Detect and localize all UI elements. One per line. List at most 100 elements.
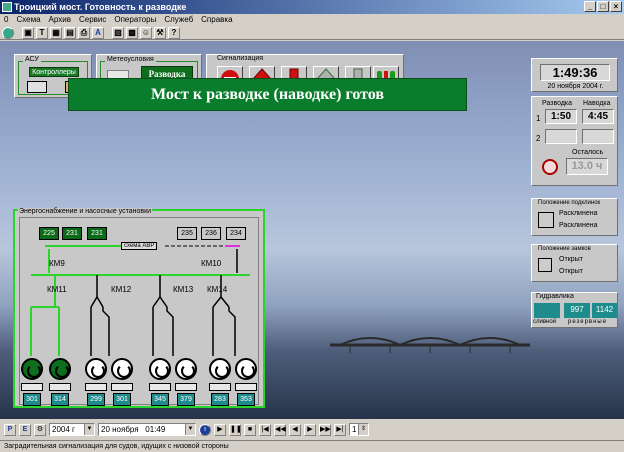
pump-fan-2[interactable] [49, 358, 71, 380]
menu-item-archive[interactable]: Архив [49, 14, 71, 26]
km14-label: КМ14 [207, 285, 228, 294]
tool-icon[interactable]: ⚒ [154, 26, 166, 39]
menu-item-service[interactable]: Сервис [79, 14, 106, 26]
last-button[interactable]: ▶| [334, 423, 346, 436]
status-bar: Заградительная сигнализация для судов, и… [0, 440, 624, 452]
row-1-lower[interactable]: 4:45 [582, 109, 614, 124]
page-spinner[interactable]: 1 ⇕ [349, 423, 369, 436]
pump-value-6: 379 [177, 393, 195, 406]
pause-button[interactable]: ❚❚ [229, 423, 242, 436]
pump-value-1: 301 [23, 393, 41, 406]
grid-icon[interactable]: ▦ [50, 26, 62, 39]
print-icon[interactable]: ⎙ [78, 26, 90, 39]
lower-header: Наводка [583, 100, 611, 107]
playback-bar: P E ⚙ 2004 г ▼ 20 ноября 01:49 ▼ i ▶ ❚❚ ■ … [0, 420, 624, 439]
font-button[interactable]: A [92, 26, 104, 39]
chart-icon[interactable]: ▨ [112, 26, 124, 39]
pump-box-5 [149, 383, 171, 391]
row-1-raise[interactable]: 1:50 [545, 109, 577, 124]
signal-title: Сигнализация [215, 55, 266, 62]
pump-box-7 [209, 383, 231, 391]
row-1-num: 1 [536, 114, 541, 123]
km10-label: КМ10 [201, 259, 222, 268]
document-icon[interactable]: ▤ [64, 26, 76, 39]
wedge-icon [538, 212, 554, 228]
pump-box-4 [111, 383, 133, 391]
km11-label: КМ11 [47, 285, 67, 294]
status-banner: Мост к разводке (наводке) готов [68, 78, 467, 111]
raise-header: Разводка [542, 100, 573, 107]
help-button[interactable]: ? [168, 26, 180, 39]
schedule-panel: Разводка Наводка 1 1:50 4:45 2 Осталось … [531, 96, 618, 186]
forward-button[interactable]: ▶▶ [319, 423, 331, 436]
row-2-num: 2 [536, 134, 541, 143]
title-bar: Троицкий мост. Готовность к разводке _ □… [0, 0, 624, 14]
meteo-title: Метеоусловия [105, 56, 156, 63]
row-2-lower[interactable] [582, 129, 614, 144]
pump-box-3 [85, 383, 107, 391]
reserve-label: резервные [568, 319, 608, 325]
pump-box-1 [21, 383, 43, 391]
first-button[interactable]: |◀ [259, 423, 271, 436]
year-select[interactable]: 2004 г ▼ [49, 423, 95, 436]
clock-date: 20 ноября 2004 г. [547, 83, 604, 90]
remaining-label: Осталось [572, 149, 604, 156]
window-title: Троицкий мост. Готовность к разводке [14, 2, 187, 12]
power-panel: Энергоснабжение и насосные установки 225… [13, 208, 265, 408]
globe-icon[interactable] [2, 26, 14, 39]
stop-playback-button[interactable]: ■ [244, 423, 256, 436]
maximize-button[interactable]: □ [597, 1, 609, 12]
km13-label: КМ13 [173, 285, 194, 294]
rewind-button[interactable]: ◀◀ [274, 423, 286, 436]
date-time-select[interactable]: 20 ноября 01:49 ▼ [98, 423, 196, 436]
report-e-button[interactable]: E [19, 423, 31, 436]
supports-status-1: Расклинена [559, 210, 598, 217]
settings-icon[interactable]: ⚙ [34, 423, 46, 436]
hydraulics-title: Гидравлика [536, 293, 574, 300]
menu-item-operators[interactable]: Операторы [114, 14, 156, 26]
locks-status-2: Открыт [559, 268, 583, 275]
minimize-button[interactable]: _ [584, 1, 596, 12]
avr-label: схема АВР [121, 242, 158, 250]
menu-bar: 0 Схема Архив Сервис Операторы Служеб Сп… [0, 14, 624, 26]
box-icon[interactable]: ▣ [22, 26, 34, 39]
drain-gauge [534, 303, 560, 318]
menu-item-help[interactable]: Справка [201, 14, 232, 26]
drain-label: сливной [533, 319, 557, 325]
row-2-raise[interactable] [545, 129, 577, 144]
close-button[interactable]: × [610, 1, 622, 12]
prev-button[interactable]: ◀ [289, 423, 301, 436]
pump-fan-4[interactable] [111, 358, 133, 380]
locks-title: Положение замков [538, 246, 591, 252]
controllers-button[interactable]: Контроллеры [29, 67, 79, 77]
acu-title: АСУ [23, 56, 41, 63]
pump-value-2: 314 [51, 393, 69, 406]
pump-box-2 [49, 383, 71, 391]
keyboard-icon[interactable] [27, 81, 47, 93]
supports-status-2: Расклинена [559, 222, 598, 229]
clock-panel: 1:49:36 20 ноября 2004 г. [531, 58, 618, 92]
photo-icon[interactable]: ▩ [126, 26, 138, 39]
play-button[interactable]: ▶ [214, 423, 226, 436]
lock-icon [538, 258, 552, 272]
pump-fan-7[interactable] [209, 358, 231, 380]
info-icon[interactable]: i [199, 423, 211, 436]
report-r-button[interactable]: P [4, 423, 16, 436]
user-icon[interactable]: ☺ [140, 26, 152, 39]
pump-fan-6[interactable] [175, 358, 197, 380]
menu-item-scheme[interactable]: Схема [16, 14, 40, 26]
km12-label: КМ12 [111, 285, 132, 294]
pump-fan-3[interactable] [85, 358, 107, 380]
pump-fan-8[interactable] [235, 358, 257, 380]
alarm-clock-icon [542, 159, 558, 175]
hydraulics-value-2: 1142 [592, 303, 617, 318]
next-button[interactable]: ▶ [304, 423, 316, 436]
clock-time: 1:49:36 [540, 64, 610, 81]
menu-item-service2[interactable]: Служеб [164, 14, 193, 26]
pump-fan-1[interactable] [21, 358, 43, 380]
menu-item-0[interactable]: 0 [4, 14, 8, 26]
pump-value-7: 283 [211, 393, 229, 406]
pump-fan-5[interactable] [149, 358, 171, 380]
text-tool-button[interactable]: T [36, 26, 48, 39]
supports-panel: Положение подклинок Расклинена Расклинен… [531, 198, 618, 236]
